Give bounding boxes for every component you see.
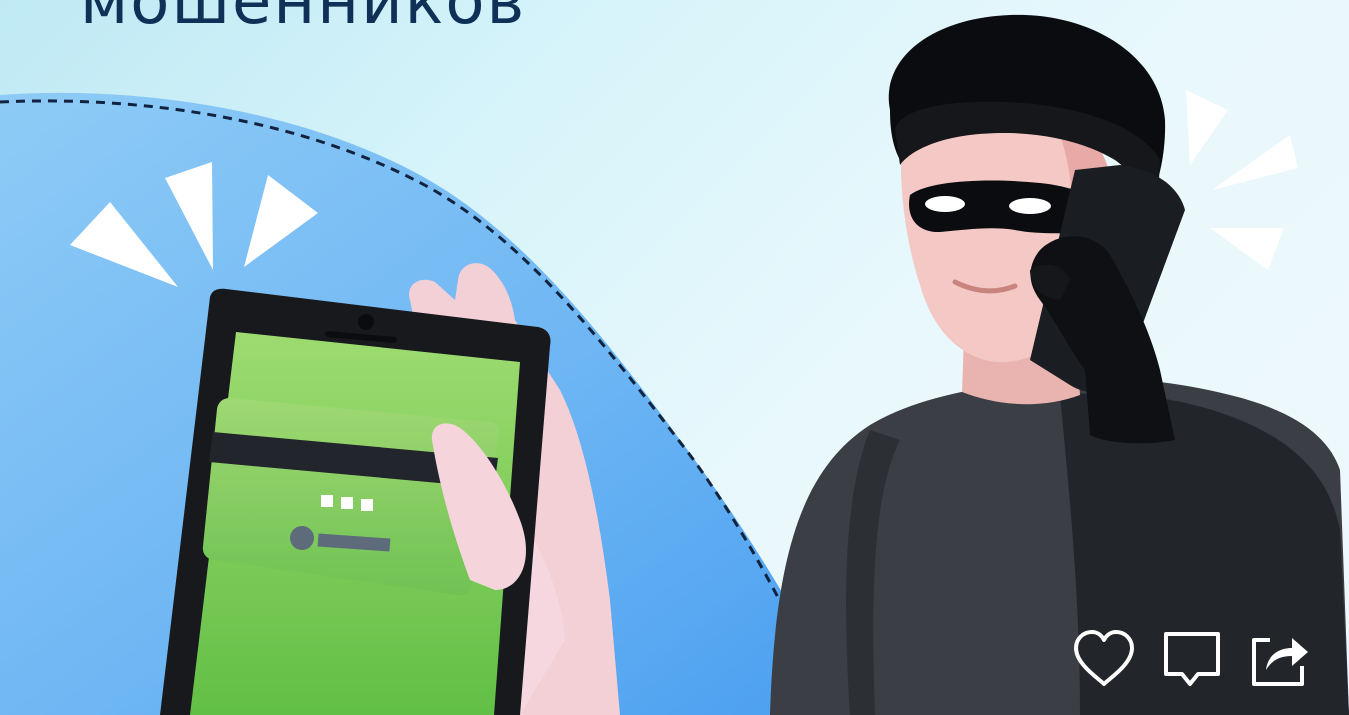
comment-icon — [1164, 632, 1220, 686]
post-headline: мошенников — [80, 0, 527, 39]
alert-burst-right — [1186, 90, 1298, 270]
scammer-figure — [770, 14, 1349, 715]
scam-call-illustration — [0, 14, 1349, 715]
share-button[interactable] — [1244, 622, 1316, 694]
post-image: мошенников — [0, 0, 1349, 715]
heart-icon — [1074, 630, 1134, 686]
post-actions-bar — [1068, 622, 1318, 694]
share-icon — [1252, 638, 1308, 686]
comment-button[interactable] — [1156, 622, 1228, 694]
like-button[interactable] — [1068, 622, 1140, 694]
